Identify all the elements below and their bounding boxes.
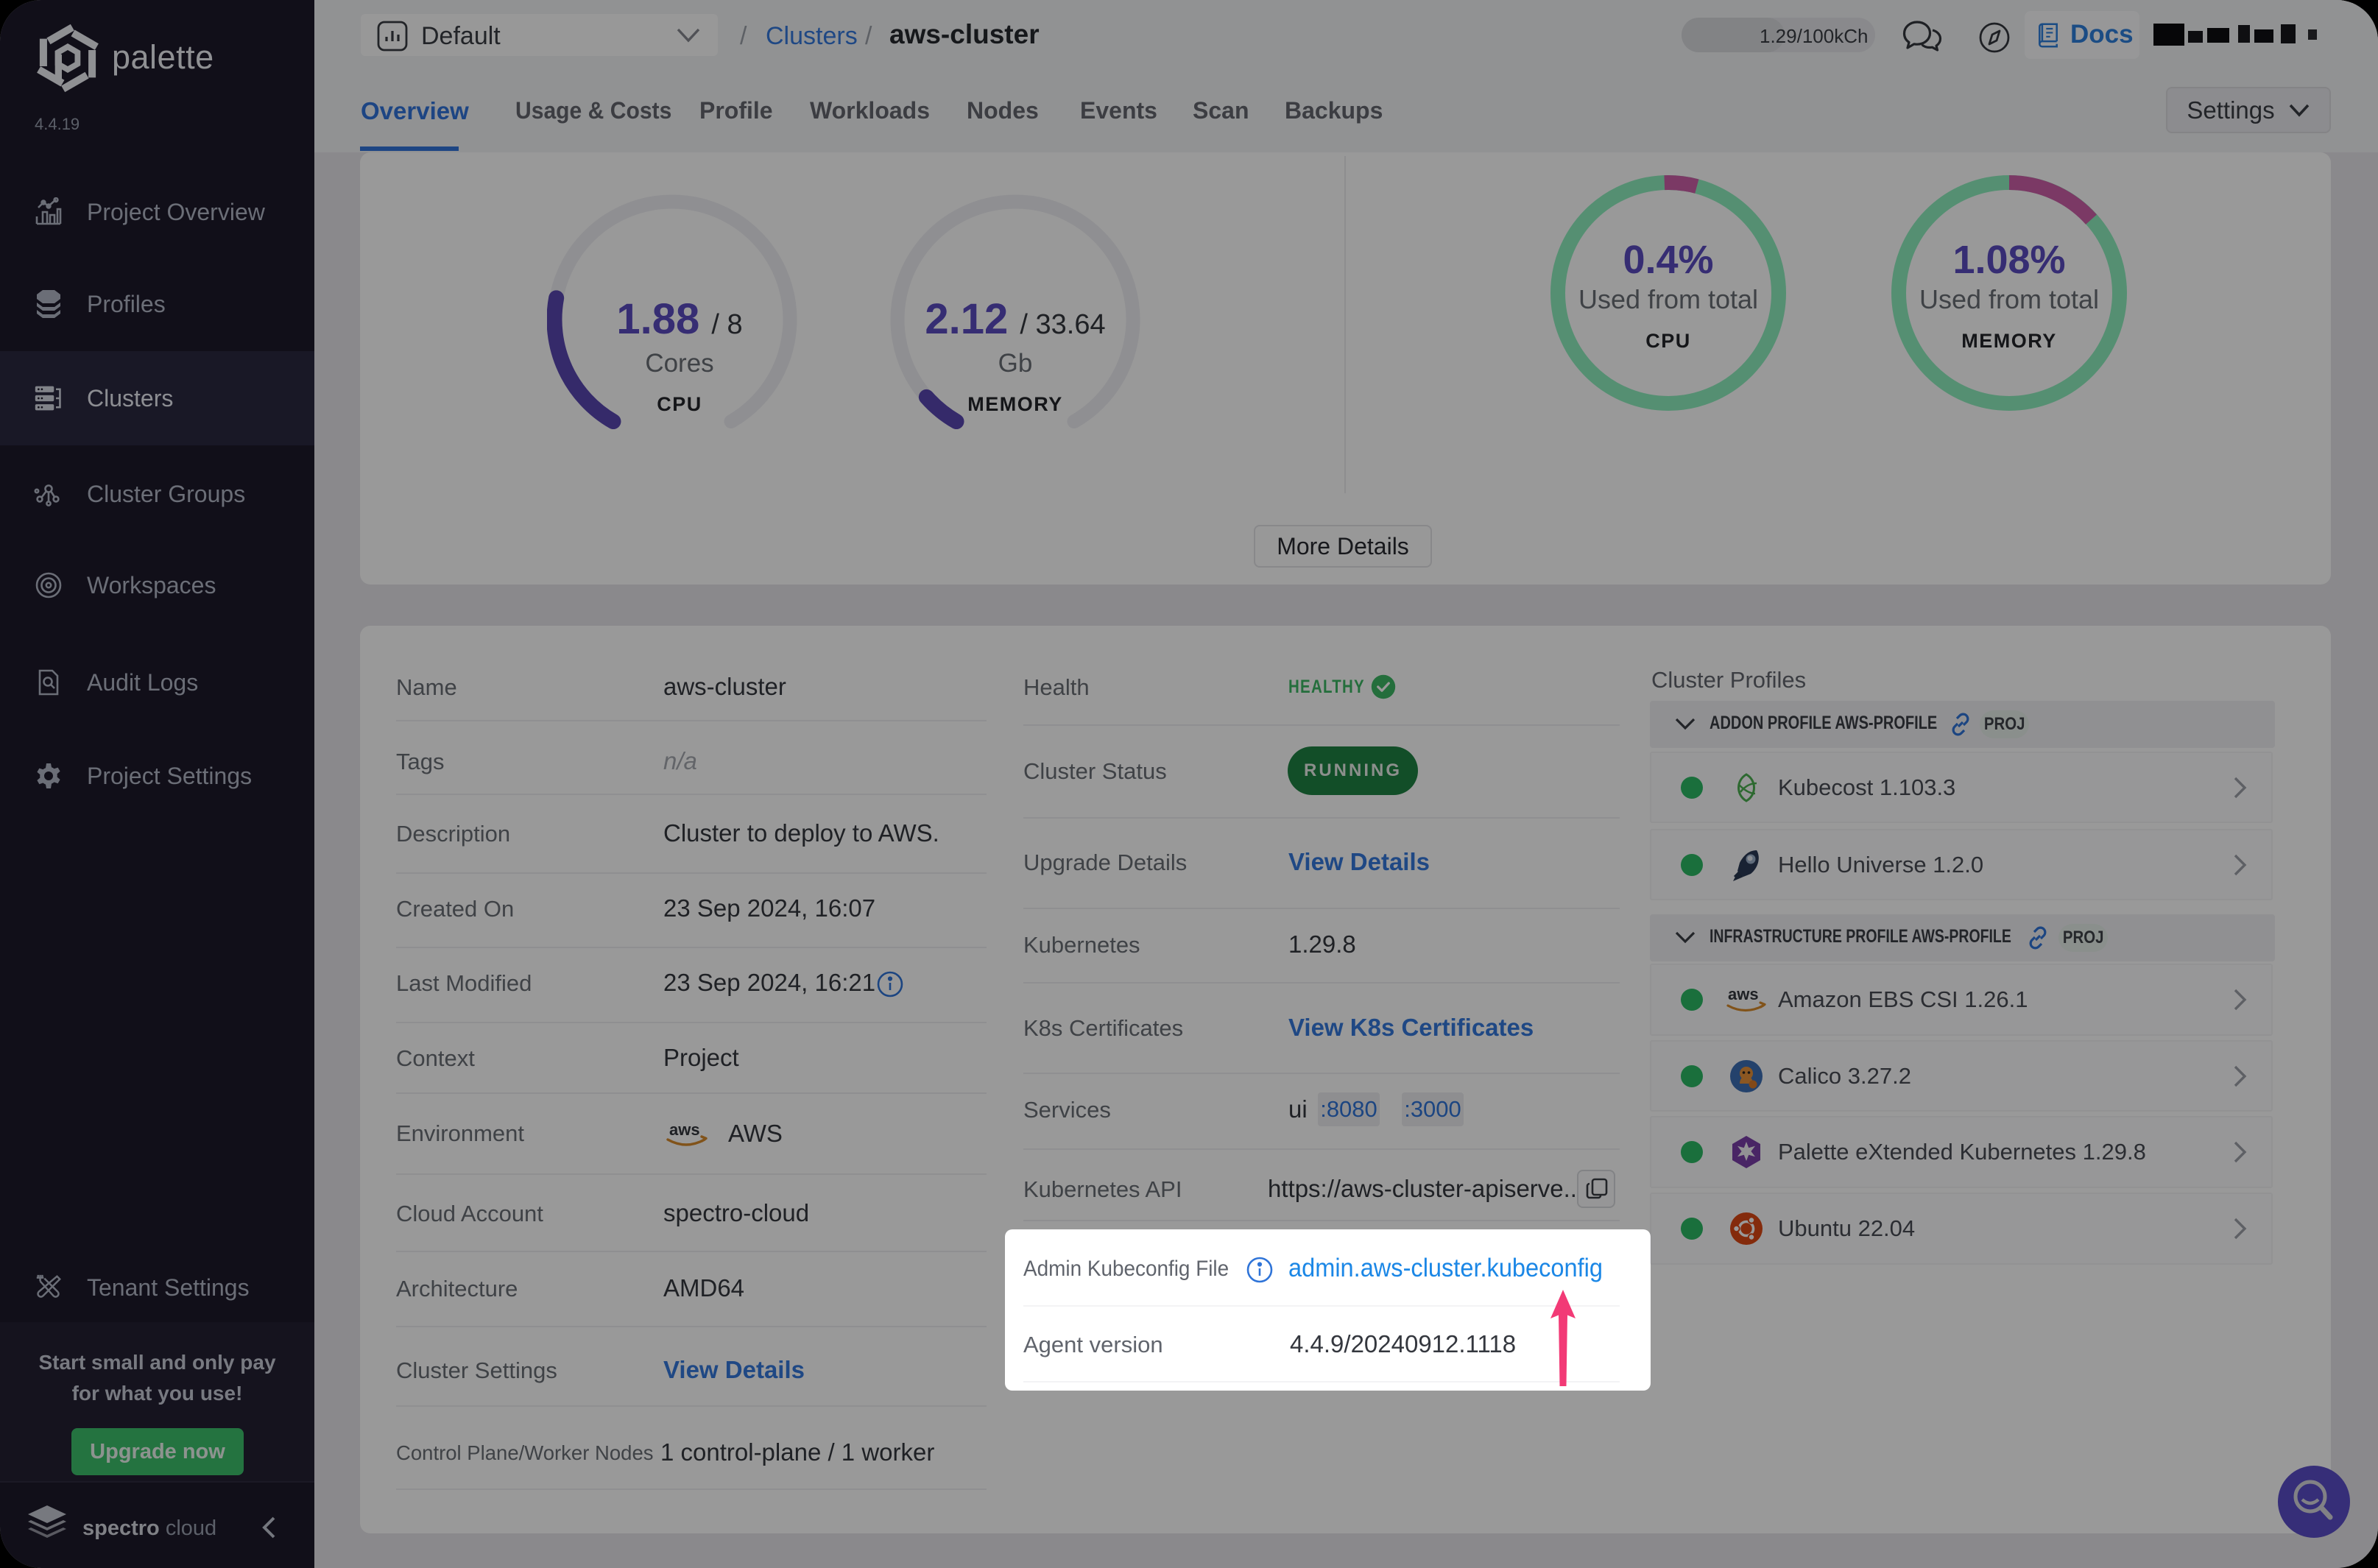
svg-text:aws: aws [669, 1120, 700, 1139]
svg-text:aws: aws [1728, 985, 1759, 1003]
